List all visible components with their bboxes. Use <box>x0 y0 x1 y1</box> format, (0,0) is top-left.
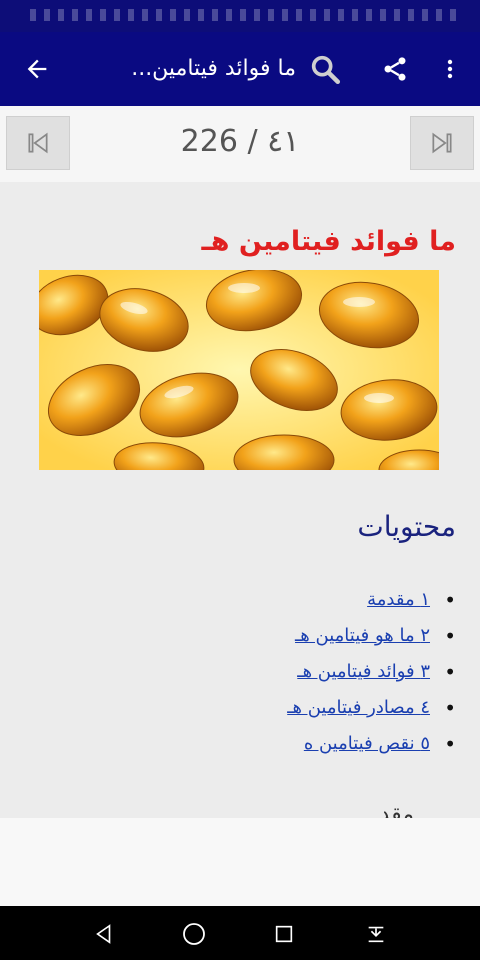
system-recents-button[interactable] <box>264 914 304 954</box>
page-counter: 226 / ٤١ <box>180 124 300 159</box>
notification-pull-icon <box>368 926 384 943</box>
back-button[interactable] <box>12 44 62 94</box>
system-nav-bar <box>0 906 480 960</box>
search-icon <box>311 55 341 85</box>
contents-heading: محتويات <box>357 510 456 543</box>
table-of-contents: • ١ مقدمة • ٢ ما هو فيتامين هـ • ٣ فوائد في… <box>110 582 456 762</box>
home-circle-icon <box>183 923 205 945</box>
system-back-button[interactable] <box>84 914 124 954</box>
first-page-button[interactable] <box>6 116 70 170</box>
share-icon <box>384 57 406 81</box>
skip-last-icon <box>432 132 452 154</box>
toc-link[interactable]: ٤ مصادر فيتامين هـ <box>287 697 430 718</box>
article-title: ما فوائد فيتامين هـ <box>201 226 457 257</box>
skip-first-icon <box>28 132 48 154</box>
toc-link[interactable]: ٢ ما هو فيتامين هـ <box>295 625 430 646</box>
app-bar: ما فوائد فيتامين... <box>0 32 480 106</box>
vitamin-capsules-image <box>39 270 439 470</box>
search-button[interactable] <box>300 44 350 94</box>
article-content[interactable]: ما فوائد فيتامين هـ محتويات • ١ مقدمة • … <box>0 182 480 818</box>
notification-pull-button[interactable] <box>356 914 396 954</box>
toc-item[interactable]: • ٥ نقص فيتامين ه <box>110 726 456 762</box>
toc-link[interactable]: ١ مقدمة <box>367 589 430 610</box>
pager-bar: 226 / ٤١ <box>0 106 480 183</box>
bottom-blank-area <box>0 818 480 906</box>
share-button[interactable] <box>370 44 420 94</box>
toc-item[interactable]: • ٤ مصادر فيتامين هـ <box>110 690 456 726</box>
toc-item[interactable]: • ١ مقدمة <box>110 582 456 618</box>
back-arrow-icon <box>27 59 47 79</box>
back-triangle-icon <box>96 924 111 944</box>
toc-link[interactable]: ٥ نقص فيتامين ه <box>304 733 430 754</box>
toc-item[interactable]: • ٢ ما هو فيتامين هـ <box>110 618 456 654</box>
toc-link[interactable]: ٣ فوائد فيتامين هـ <box>297 661 430 682</box>
app-bar-title: ما فوائد فيتامين... <box>131 56 296 81</box>
more-button[interactable] <box>425 44 475 94</box>
recents-square-icon <box>275 925 293 943</box>
status-bar <box>0 0 480 32</box>
toc-item[interactable]: • ٣ فوائد فيتامين هـ <box>110 654 456 690</box>
next-section-heading: مقدمة <box>384 802 414 818</box>
last-page-button[interactable] <box>410 116 474 170</box>
system-home-button[interactable] <box>174 914 214 954</box>
more-vert-icon <box>447 59 453 79</box>
